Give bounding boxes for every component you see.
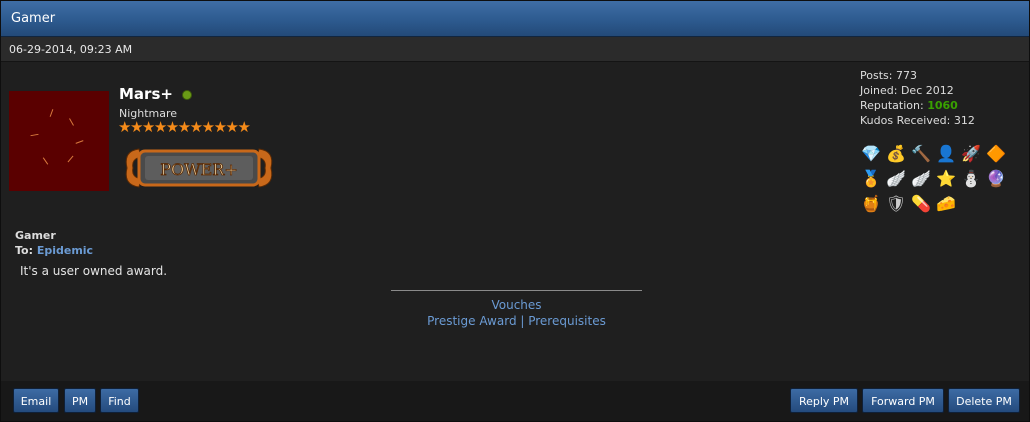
signature-divider (391, 290, 642, 291)
posts-count: Posts: 773 (860, 69, 917, 82)
award-wings-icon[interactable]: 🪽 (885, 168, 907, 190)
delete-pm-button[interactable]: Delete PM (948, 388, 1020, 413)
award-pill-icon[interactable]: 💊 (910, 193, 932, 215)
user-stats: Posts: 773 Joined: Dec 2012 Reputation: … (860, 68, 975, 128)
recipient-link[interactable]: Epidemic (37, 244, 93, 257)
award-snowman-icon[interactable]: ⛄ (960, 168, 982, 190)
award-rocket-icon[interactable]: 🚀 (960, 143, 982, 165)
signature-links[interactable]: Prestige Award | Prerequisites (391, 314, 642, 328)
find-button[interactable]: Find (100, 388, 139, 413)
username[interactable]: Mars+ (119, 85, 173, 103)
email-button[interactable]: Email (13, 388, 59, 413)
rank-stars: ★★★★★★★★★★★ (118, 118, 251, 136)
award-cheese-icon[interactable]: 🧀 (935, 193, 957, 215)
message-recipient: To: Epidemic (15, 244, 94, 257)
power-plus-badge: POWER+ (125, 148, 273, 188)
reputation-value[interactable]: 1060 (927, 99, 958, 112)
avatar[interactable] (9, 91, 109, 191)
forward-pm-button[interactable]: Forward PM (862, 388, 944, 413)
reputation: Reputation: 1060 (860, 99, 958, 112)
joined-date: Joined: Dec 2012 (860, 84, 954, 97)
message-body: It's a user owned award. (20, 264, 168, 278)
award-star-icon[interactable]: ⭐ (935, 168, 957, 190)
rank-badge-label: POWER+ (160, 160, 237, 179)
message-title: Gamer (15, 229, 56, 242)
post-date-bar: 06-29-2014, 09:23 AM (1, 37, 1029, 62)
pm-button[interactable]: PM (64, 388, 96, 413)
post-date: 06-29-2014, 09:23 AM (9, 43, 133, 56)
awards-grid: 💎 💰 🔨 👤 🚀 🔶 🏅 🪽 🪽 ⭐ ⛄ 🔮 🍯 🛡 💊 🧀 (860, 143, 1030, 218)
award-money-icon[interactable]: 💰 (885, 143, 907, 165)
reply-pm-button[interactable]: Reply PM (790, 388, 858, 413)
award-wings-icon[interactable]: 🪽 (910, 168, 932, 190)
award-gem-icon[interactable]: 🔶 (985, 143, 1007, 165)
award-diamond-icon[interactable]: 💎 (860, 143, 882, 165)
award-shield-icon[interactable]: 🛡 (885, 193, 907, 215)
signature-vouches-link[interactable]: Vouches (391, 298, 642, 312)
award-honey-icon[interactable]: 🍯 (860, 193, 882, 215)
post-container: Gamer 06-29-2014, 09:23 AM Mars+ Nightma… (0, 0, 1030, 422)
page-title: Gamer (11, 11, 56, 26)
award-medal-icon[interactable]: 🏅 (860, 168, 882, 190)
kudos-received: Kudos Received: 312 (860, 114, 975, 127)
award-head-icon[interactable]: 👤 (935, 143, 957, 165)
award-orb-icon[interactable]: 🔮 (985, 168, 1007, 190)
award-hammer-icon[interactable]: 🔨 (910, 143, 932, 165)
title-bar: Gamer (1, 1, 1029, 37)
online-status-icon (182, 90, 192, 100)
